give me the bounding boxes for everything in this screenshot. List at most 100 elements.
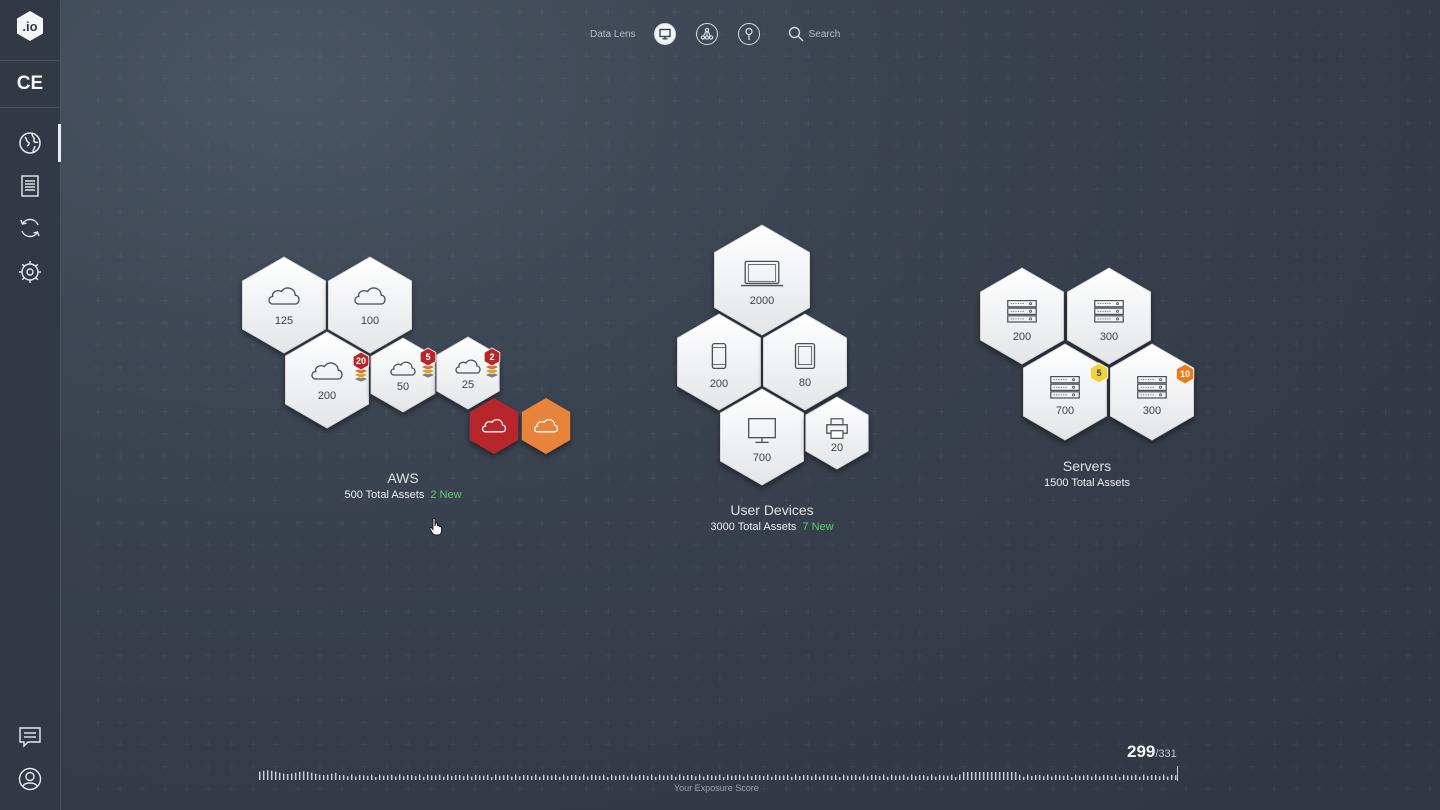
exposure-bar-tick xyxy=(783,775,785,780)
exposure-bar-tick xyxy=(447,774,449,780)
exposure-bar-tick xyxy=(747,774,749,780)
exposure-bar-tick xyxy=(1167,776,1169,780)
exposure-bar-tick xyxy=(271,770,273,780)
exposure-bar-tick xyxy=(823,774,825,780)
exposure-score-bar[interactable] xyxy=(256,766,1182,782)
aws-total-assets: 500 Total Assets xyxy=(344,489,425,501)
exposure-bar-tick xyxy=(1083,775,1085,780)
aws-group-title[interactable]: AWS xyxy=(353,470,453,486)
exposure-bar-tick xyxy=(351,774,353,780)
exposure-bar-tick xyxy=(979,772,981,780)
tile-count: 300 xyxy=(1143,405,1161,417)
exposure-bar-tick xyxy=(367,775,369,780)
user-devices-tile[interactable]: 200 xyxy=(677,313,761,411)
tile-count: 200 xyxy=(710,378,728,390)
servers-tile[interactable]: 700 xyxy=(1023,343,1107,441)
exposure-bar-tick xyxy=(1003,772,1005,780)
exposure-bar-tick xyxy=(503,775,505,780)
servers-tile[interactable]: 300 xyxy=(1067,267,1151,365)
exposure-bar-tick xyxy=(263,770,265,780)
exposure-bar-tick xyxy=(1063,775,1065,780)
exposure-bar-tick xyxy=(1103,774,1105,780)
exposure-bar-tick xyxy=(787,774,789,780)
exposure-score-label: Your Exposure Score xyxy=(674,783,759,793)
exposure-bar-tick xyxy=(1023,776,1025,780)
exposure-bar-tick xyxy=(639,774,641,780)
exposure-bar-tick xyxy=(635,776,637,780)
vulnerability-badge-count: 5 xyxy=(425,352,430,362)
aws-tile[interactable] xyxy=(521,398,571,454)
exposure-bar-tick xyxy=(1015,772,1017,780)
exposure-bar-tick xyxy=(547,775,549,780)
aws-tile[interactable]: 125 xyxy=(241,256,327,354)
exposure-bar-tick xyxy=(903,774,905,780)
exposure-bar-tick xyxy=(499,775,501,780)
exposure-bar-tick xyxy=(631,774,633,780)
servers-group-title[interactable]: Servers xyxy=(1037,458,1137,474)
exposure-bar-tick xyxy=(883,774,885,780)
tile-count: 50 xyxy=(397,381,409,393)
exposure-bar-tick xyxy=(699,774,701,780)
exposure-bar-tick xyxy=(1139,776,1141,780)
exposure-bar-tick xyxy=(1163,774,1165,780)
exposure-bar-tick xyxy=(815,774,817,780)
exposure-bar-tick xyxy=(279,772,281,780)
exposure-bar-tick xyxy=(939,774,941,780)
exposure-bar-tick xyxy=(371,774,373,780)
exposure-bar-tick xyxy=(891,774,893,780)
exposure-bar-tick xyxy=(1147,775,1149,780)
exposure-bar-tick xyxy=(671,774,673,780)
tile-count: 200 xyxy=(1013,331,1031,343)
exposure-bar-tick xyxy=(611,774,613,780)
exposure-bar-tick xyxy=(879,775,881,780)
user-devices-new-count[interactable]: 7 New xyxy=(802,521,833,533)
exposure-bar-tick xyxy=(439,774,441,780)
aws-tile[interactable] xyxy=(469,398,519,454)
exposure-bar-tick xyxy=(1051,776,1053,780)
servers-tile[interactable]: 300 xyxy=(1110,343,1194,441)
exposure-bar-tick xyxy=(739,774,741,780)
exposure-bar-tick xyxy=(355,776,357,780)
user-devices-group-title[interactable]: User Devices xyxy=(692,502,852,518)
vulnerability-badge[interactable]: 5 xyxy=(1089,362,1109,384)
exposure-bar-tick xyxy=(471,776,473,780)
user-devices-tile[interactable]: 20 xyxy=(805,396,869,470)
exposure-bar-tick xyxy=(715,775,717,780)
exposure-bar-tick xyxy=(559,776,561,780)
servers-tile[interactable]: 200 xyxy=(980,267,1064,365)
exposure-bar-tick xyxy=(1059,775,1061,780)
exposure-bar-tick xyxy=(599,775,601,780)
exposure-bar-tick xyxy=(667,775,669,780)
exposure-bar-tick xyxy=(323,774,325,780)
exposure-bar-tick xyxy=(555,774,557,780)
exposure-bar-tick xyxy=(567,775,569,780)
exposure-bar-tick xyxy=(659,774,661,780)
exposure-bar-tick xyxy=(1043,776,1045,780)
exposure-bar-tick xyxy=(847,775,849,780)
aws-new-count[interactable]: 2 New xyxy=(430,489,461,501)
exposure-bar-tick xyxy=(927,776,929,780)
vulnerability-badge[interactable]: 10 xyxy=(1175,363,1195,385)
exposure-bar-tick xyxy=(1047,774,1049,780)
user-devices-tile[interactable]: 2000 xyxy=(714,224,810,336)
exposure-bar-tick xyxy=(871,774,873,780)
exposure-bar-tick xyxy=(875,775,877,780)
tile-count: 100 xyxy=(361,315,379,327)
exposure-bar-tick xyxy=(307,771,309,780)
exposure-bar-tick xyxy=(795,774,797,780)
user-devices-tile[interactable]: 700 xyxy=(720,388,804,486)
user-devices-tile[interactable]: 80 xyxy=(763,313,847,411)
aws-tile[interactable]: 100 xyxy=(327,256,413,354)
exposure-bar-tick xyxy=(1135,774,1137,780)
exposure-bar-tick xyxy=(735,775,737,780)
exposure-bar-tick xyxy=(1143,774,1145,780)
exposure-bar-tick xyxy=(399,774,401,780)
exposure-bar-tick xyxy=(863,774,865,780)
exposure-bar-tick xyxy=(835,774,837,780)
exposure-bar-tick xyxy=(303,771,305,780)
vulnerability-badge-count: 2 xyxy=(489,352,494,362)
exposure-bar-tick xyxy=(495,774,497,780)
exposure-bar-tick xyxy=(663,775,665,780)
exposure-bar-tick xyxy=(411,775,413,780)
exposure-bar-tick xyxy=(619,775,621,780)
